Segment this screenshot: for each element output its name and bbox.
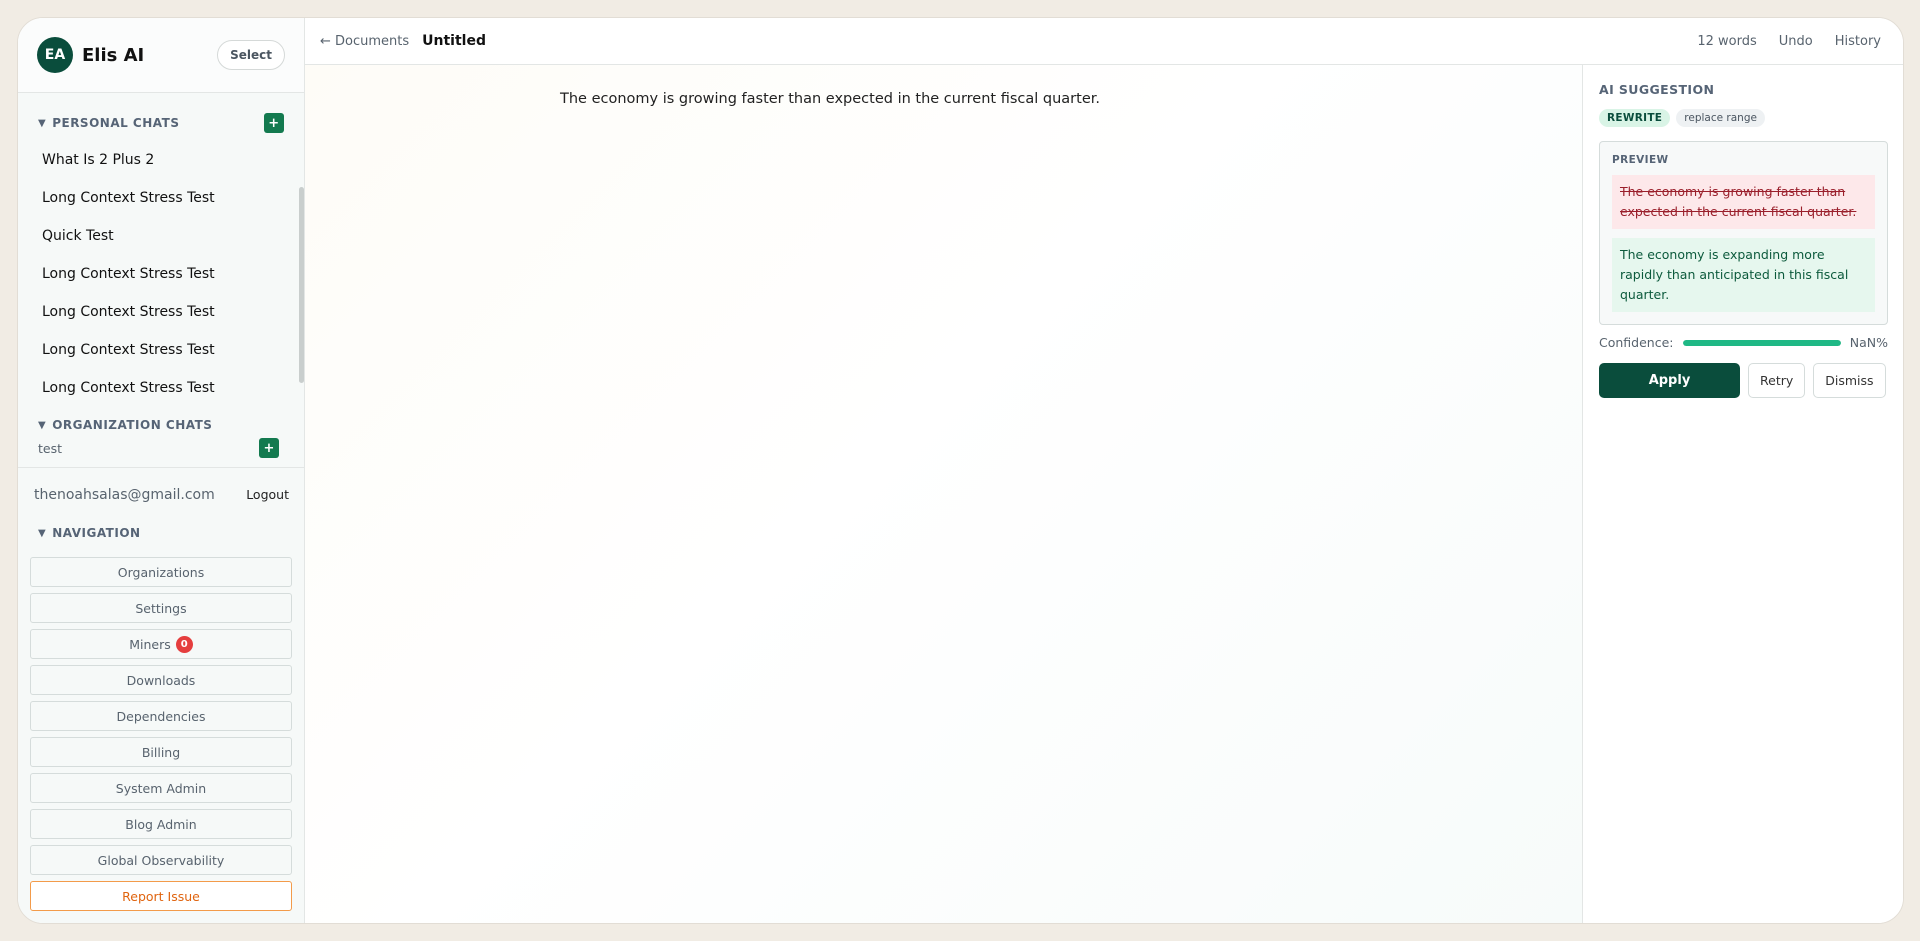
- nav-system-admin[interactable]: System Admin: [30, 773, 292, 803]
- editor-paragraph[interactable]: The economy is growing faster than expec…: [560, 91, 1100, 107]
- miners-count-badge: 0: [175, 635, 193, 653]
- org-chat-item[interactable]: test: [38, 441, 62, 456]
- chat-item[interactable]: What Is 2 Plus 2: [18, 141, 304, 179]
- personal-chats-header[interactable]: ▼ PERSONAL CHATS +: [18, 113, 304, 133]
- nav-blog-admin[interactable]: Blog Admin: [30, 809, 292, 839]
- personal-chats-title: PERSONAL CHATS: [52, 116, 180, 130]
- nav-organizations[interactable]: Organizations: [30, 557, 292, 587]
- nav-settings[interactable]: Settings: [30, 593, 292, 623]
- app-window: EA Elis AI Select ▼ PERSONAL CHATS + Wha…: [17, 17, 1904, 924]
- avatar[interactable]: EA: [37, 37, 73, 73]
- collapse-caret-icon[interactable]: ▼: [38, 118, 46, 129]
- org-chat-row: test +: [18, 435, 304, 461]
- document-title[interactable]: Untitled: [422, 33, 486, 49]
- brand-name: Elis AI: [82, 44, 145, 66]
- confidence-row: Confidence: NaN%: [1599, 335, 1888, 350]
- apply-button[interactable]: Apply: [1599, 363, 1740, 398]
- nav-dependencies[interactable]: Dependencies: [30, 701, 292, 731]
- document-editor[interactable]: The economy is growing faster than expec…: [305, 65, 1583, 923]
- nav-billing[interactable]: Billing: [30, 737, 292, 767]
- chat-item[interactable]: Long Context Stress Test: [18, 255, 304, 293]
- confidence-bar: [1682, 339, 1841, 346]
- original-text-removed: The economy is growing faster than expec…: [1612, 175, 1875, 229]
- suggestion-actions: Apply Retry Dismiss: [1599, 363, 1888, 398]
- nav-global-observability[interactable]: Global Observability: [30, 845, 292, 875]
- history-button[interactable]: History: [1835, 34, 1881, 49]
- rewrite-tag: REWRITE: [1599, 109, 1671, 127]
- chat-item[interactable]: Long Context Stress Test: [18, 179, 304, 217]
- document-topbar: ← Documents Untitled 12 words Undo Histo…: [305, 18, 1903, 65]
- chats-scrollbar[interactable]: [299, 187, 304, 383]
- report-issue-button[interactable]: Report Issue: [30, 881, 292, 911]
- chat-item[interactable]: Long Context Stress Test: [18, 369, 304, 407]
- nav-downloads[interactable]: Downloads: [30, 665, 292, 695]
- word-count: 12 words: [1697, 33, 1757, 49]
- content-area: The economy is growing faster than expec…: [305, 65, 1903, 923]
- chat-item[interactable]: Long Context Stress Test: [18, 331, 304, 369]
- account-row: thenoahsalas@gmail.com Logout: [18, 467, 304, 521]
- preview-box: PREVIEW The economy is growing faster th…: [1599, 141, 1888, 325]
- back-to-documents-link[interactable]: ← Documents: [320, 34, 409, 49]
- user-email: thenoahsalas@gmail.com: [34, 486, 215, 503]
- main-area: ← Documents Untitled 12 words Undo Histo…: [305, 18, 1903, 923]
- dismiss-button[interactable]: Dismiss: [1813, 363, 1886, 398]
- confidence-value: NaN%: [1849, 335, 1888, 350]
- ai-suggestion-panel: AI SUGGESTION REWRITE replace range PREV…: [1583, 65, 1903, 923]
- navigation-title: NAVIGATION: [52, 526, 141, 540]
- undo-button[interactable]: Undo: [1779, 34, 1813, 49]
- sidebar-header: EA Elis AI Select: [18, 18, 304, 93]
- topbar-actions: 12 words Undo History: [1697, 34, 1881, 49]
- sidebar: EA Elis AI Select ▼ PERSONAL CHATS + Wha…: [18, 18, 305, 923]
- new-org-chat-button[interactable]: +: [259, 438, 279, 458]
- confidence-bar-fill: [1682, 339, 1841, 346]
- retry-button[interactable]: Retry: [1748, 363, 1806, 398]
- logout-button[interactable]: Logout: [246, 487, 289, 502]
- nav-miners-label: Miners: [129, 636, 171, 652]
- collapse-caret-icon[interactable]: ▼: [38, 420, 46, 431]
- suggestion-tags: REWRITE replace range: [1599, 109, 1888, 127]
- scope-tag: replace range: [1676, 109, 1765, 127]
- chat-item[interactable]: Quick Test: [18, 217, 304, 255]
- ai-suggestion-title: AI SUGGESTION: [1599, 82, 1715, 97]
- organization-chats-header[interactable]: ▼ ORGANIZATION CHATS: [18, 415, 304, 435]
- nav-miners[interactable]: Miners 0: [30, 629, 292, 659]
- preview-label: PREVIEW: [1612, 154, 1669, 166]
- personal-chats-items: What Is 2 Plus 2 Long Context Stress Tes…: [18, 141, 304, 407]
- chats-list: ▼ PERSONAL CHATS + What Is 2 Plus 2 Long…: [18, 93, 304, 467]
- navigation-header[interactable]: ▼ NAVIGATION: [18, 521, 304, 545]
- suggested-text-added: The economy is expanding more rapidly th…: [1612, 238, 1875, 312]
- collapse-caret-icon[interactable]: ▼: [38, 528, 46, 539]
- confidence-label: Confidence:: [1599, 335, 1674, 350]
- select-button[interactable]: Select: [217, 40, 285, 70]
- navigation-list: Organizations Settings Miners 0 Download…: [18, 557, 304, 917]
- organization-chats-title: ORGANIZATION CHATS: [52, 418, 213, 432]
- chat-item[interactable]: Long Context Stress Test: [18, 293, 304, 331]
- new-personal-chat-button[interactable]: +: [264, 113, 284, 133]
